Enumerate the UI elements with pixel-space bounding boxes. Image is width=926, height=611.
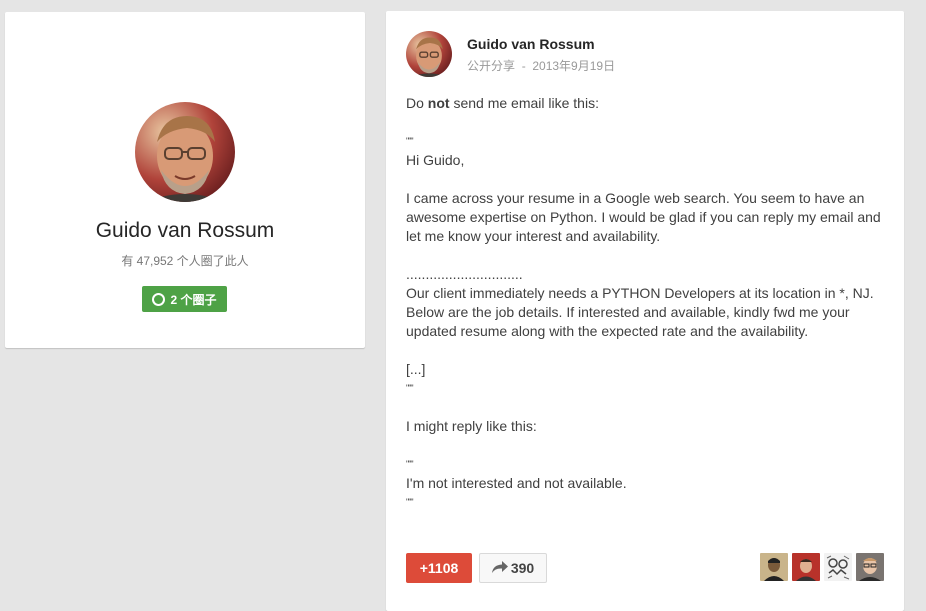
post-author-name[interactable]: Guido van Rossum bbox=[467, 36, 595, 52]
share-arrow-icon bbox=[491, 560, 508, 576]
plus-one-label: +1108 bbox=[419, 560, 459, 576]
share-count: 390 bbox=[510, 560, 535, 576]
profile-avatar[interactable] bbox=[135, 102, 235, 202]
circles-button[interactable]: 2 个圈子 bbox=[142, 286, 227, 312]
email-greeting: Hi Guido, bbox=[406, 152, 465, 168]
share-button[interactable]: 390 bbox=[479, 553, 547, 583]
plus-one-button[interactable]: +1108 bbox=[406, 553, 472, 583]
intro-suffix: send me email like this: bbox=[449, 95, 599, 111]
post-body: Do not send me email like this: """ Hi G… bbox=[406, 94, 886, 512]
email-ellipsis: [...] bbox=[406, 361, 426, 377]
post-meta: 公开分享 - 2013年9月19日 bbox=[467, 57, 615, 74]
circle-icon bbox=[152, 292, 166, 306]
author-avatar[interactable] bbox=[406, 31, 452, 77]
plusoner-avatar[interactable] bbox=[824, 553, 852, 581]
email-paragraph-2: Our client immediately needs a PYTHON De… bbox=[406, 285, 878, 339]
reply-quote-open: """ bbox=[406, 459, 414, 469]
post-card: Guido van Rossum 公开分享 - 2013年9月19日 Do no… bbox=[386, 11, 904, 611]
plusoners-list bbox=[760, 553, 884, 581]
plusoner-avatar[interactable] bbox=[856, 553, 884, 581]
post-visibility[interactable]: 公开分享 bbox=[467, 59, 515, 73]
reply-text: I'm not interested and not available. bbox=[406, 475, 627, 491]
profile-name[interactable]: Guido van Rossum bbox=[5, 219, 365, 243]
intro-prefix: Do bbox=[406, 95, 428, 111]
quote-close: """ bbox=[406, 383, 414, 393]
reply-quote-close: """ bbox=[406, 497, 414, 507]
email-dots: .............................. bbox=[406, 266, 523, 282]
plusoner-avatar[interactable] bbox=[760, 553, 788, 581]
reply-intro: I might reply like this: bbox=[406, 418, 537, 434]
intro-bold: not bbox=[427, 95, 450, 111]
plusoner-avatar[interactable] bbox=[792, 553, 820, 581]
follower-count: 有 47,952 个人圈了此人 bbox=[121, 254, 249, 268]
quote-open: """ bbox=[406, 136, 414, 146]
post-intro: Do not send me email like this: bbox=[406, 94, 886, 113]
email-paragraph-1: I came across your resume in a Google we… bbox=[406, 190, 885, 244]
post-date[interactable]: 2013年9月19日 bbox=[532, 59, 615, 73]
profile-card: Guido van Rossum 有 47,952 个人圈了此人 2 个圈子 bbox=[5, 12, 365, 348]
circles-button-label: 2 个圈子 bbox=[170, 292, 217, 307]
meta-separator: - bbox=[521, 59, 526, 73]
